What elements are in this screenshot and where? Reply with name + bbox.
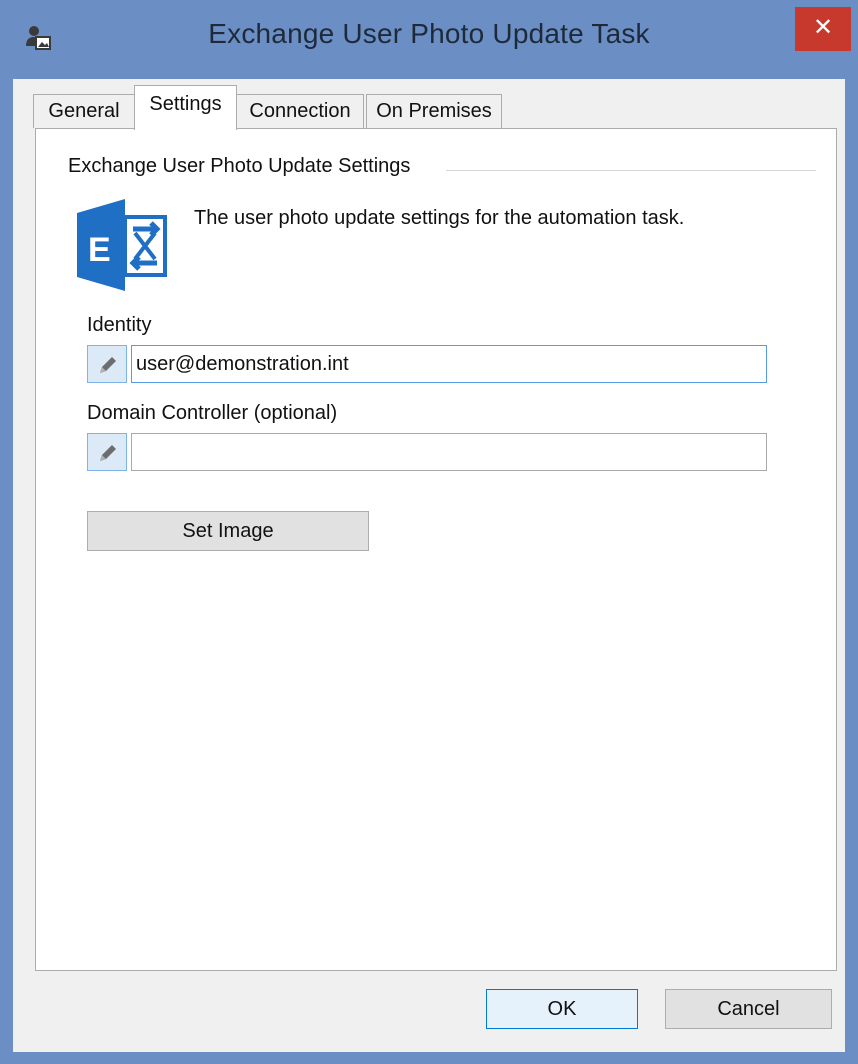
domain-controller-edit-button[interactable] [87, 433, 127, 471]
exchange-logo-icon: E [77, 199, 167, 291]
identity-label: Identity [87, 314, 152, 336]
dialog-window: Exchange User Photo Update Task ✕ Genera… [0, 0, 858, 1064]
tab-settings[interactable]: Settings [134, 85, 237, 130]
close-button[interactable]: ✕ [795, 7, 851, 51]
set-image-button[interactable]: Set Image [87, 511, 369, 551]
domain-controller-input[interactable] [131, 433, 767, 471]
svg-text:E: E [88, 231, 111, 269]
title-bar[interactable]: Exchange User Photo Update Task ✕ [0, 0, 858, 80]
pencil-icon [100, 445, 116, 461]
tab-connection[interactable]: Connection [236, 94, 364, 128]
tab-on-premises[interactable]: On Premises [366, 94, 502, 128]
description-text: The user photo update settings for the a… [194, 207, 685, 229]
cancel-button[interactable]: Cancel [665, 989, 832, 1029]
domain-controller-label: Domain Controller (optional) [87, 402, 338, 424]
section-divider [446, 170, 816, 171]
section-title: Exchange User Photo Update Settings [68, 155, 425, 178]
ok-button[interactable]: OK [486, 989, 638, 1029]
identity-edit-button[interactable] [87, 345, 127, 383]
window-title: Exchange User Photo Update Task [208, 18, 650, 49]
close-icon: ✕ [812, 14, 834, 41]
identity-input[interactable] [131, 345, 767, 383]
dialog-client-area: General Settings Connection On Premises … [13, 79, 845, 1052]
pencil-icon [100, 357, 116, 373]
tab-general[interactable]: General [33, 94, 135, 128]
settings-tab-page: Exchange User Photo Update Settings E Th… [35, 128, 837, 971]
